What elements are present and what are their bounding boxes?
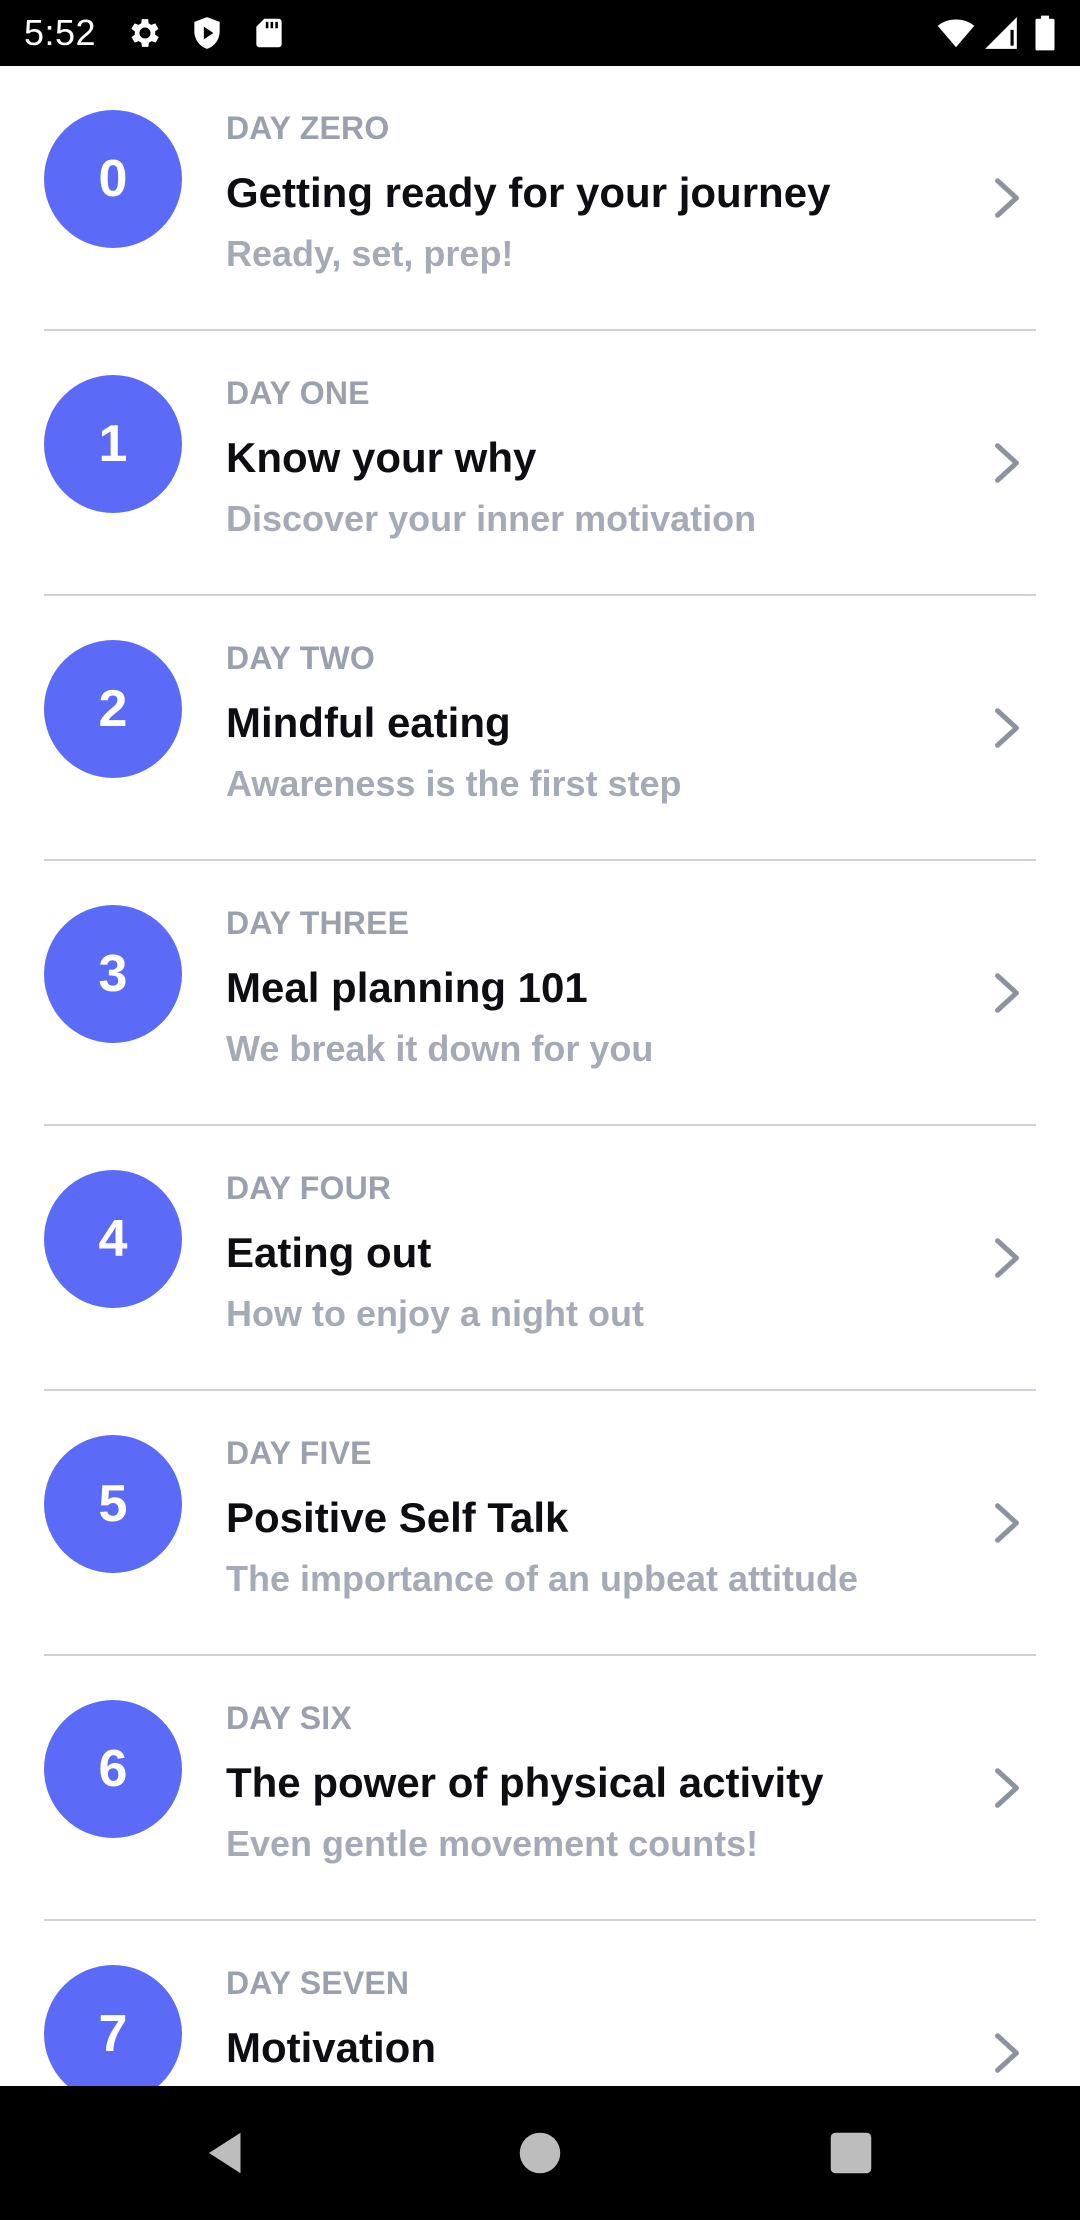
wifi-icon [934,14,978,52]
day-title: Getting ready for your journey [226,169,831,216]
day-title: Positive Self Talk [226,1494,569,1541]
day-title: Motivation [226,2024,436,2071]
day-title: Know your why [226,434,537,481]
day-number-badge: 3 [44,905,182,1043]
chevron-right-icon [990,1766,1024,1810]
day-title: Mindful eating [226,699,511,746]
day-subtitle: Ready, set, prep! [226,233,514,274]
day-number-badge: 5 [44,1435,182,1573]
recents-icon[interactable] [824,2126,878,2180]
shield-icon [188,14,226,52]
list-item[interactable]: 1 DAY ONE Know your why Discover your in… [0,331,1080,596]
day-label: DAY TWO [226,640,375,676]
cellular-signal-icon [982,14,1020,52]
battery-icon [1030,14,1060,52]
list-item[interactable]: 2 DAY TWO Mindful eating Awareness is th… [0,596,1080,861]
list-item[interactable]: 6 DAY SIX The power of physical activity… [0,1656,1080,1921]
day-subtitle: We break it down for you [226,1028,654,1069]
status-bar: 5:52 [0,0,1080,66]
status-time: 5:52 [24,12,97,53]
day-title: Meal planning 101 [226,964,588,1011]
day-number-badge: 7 [44,1965,182,2086]
back-icon[interactable] [200,2126,254,2180]
sd-card-icon [250,14,288,52]
day-label: DAY THREE [226,905,410,941]
day-subtitle: Discover your inner motivation [226,498,757,539]
list-item[interactable]: 0 DAY ZERO Getting ready for your journe… [0,66,1080,331]
day-number-badge: 1 [44,375,182,513]
day-title: Eating out [226,1229,432,1276]
day-subtitle: Even gentle movement counts! [226,1823,759,1864]
chevron-right-icon [990,176,1024,220]
day-list: 0 DAY ZERO Getting ready for your journe… [0,66,1080,2086]
day-number-badge: 6 [44,1700,182,1838]
navigation-bar [0,2086,1080,2220]
day-subtitle: Awareness is the first step [226,763,682,804]
day-label: DAY SEVEN [226,1965,410,2001]
list-item[interactable]: 7 DAY SEVEN Motivation [0,1921,1080,2086]
day-number-badge: 0 [44,110,182,248]
chevron-right-icon [990,971,1024,1015]
chevron-right-icon [990,2031,1024,2075]
list-item[interactable]: 4 DAY FOUR Eating out How to enjoy a nig… [0,1126,1080,1391]
day-label: DAY FOUR [226,1170,392,1206]
chevron-right-icon [990,1236,1024,1280]
list-item[interactable]: 3 DAY THREE Meal planning 101 We break i… [0,861,1080,1126]
chevron-right-icon [990,1501,1024,1545]
chevron-right-icon [990,706,1024,750]
settings-icon [126,14,164,52]
screen: 5:52 0 DAY ZERO Getting ready for your j… [0,0,1080,2220]
day-label: DAY ONE [226,375,370,411]
day-subtitle: How to enjoy a night out [226,1293,644,1334]
home-icon[interactable] [513,2126,567,2180]
day-number-badge: 2 [44,640,182,778]
day-subtitle: The importance of an upbeat attitude [226,1558,859,1599]
day-title: The power of physical activity [226,1759,824,1806]
day-label: DAY ZERO [226,110,390,146]
chevron-right-icon [990,441,1024,485]
day-label: DAY SIX [226,1700,352,1736]
day-number-badge: 4 [44,1170,182,1308]
list-item[interactable]: 5 DAY FIVE Positive Self Talk The import… [0,1391,1080,1656]
day-label: DAY FIVE [226,1435,372,1471]
